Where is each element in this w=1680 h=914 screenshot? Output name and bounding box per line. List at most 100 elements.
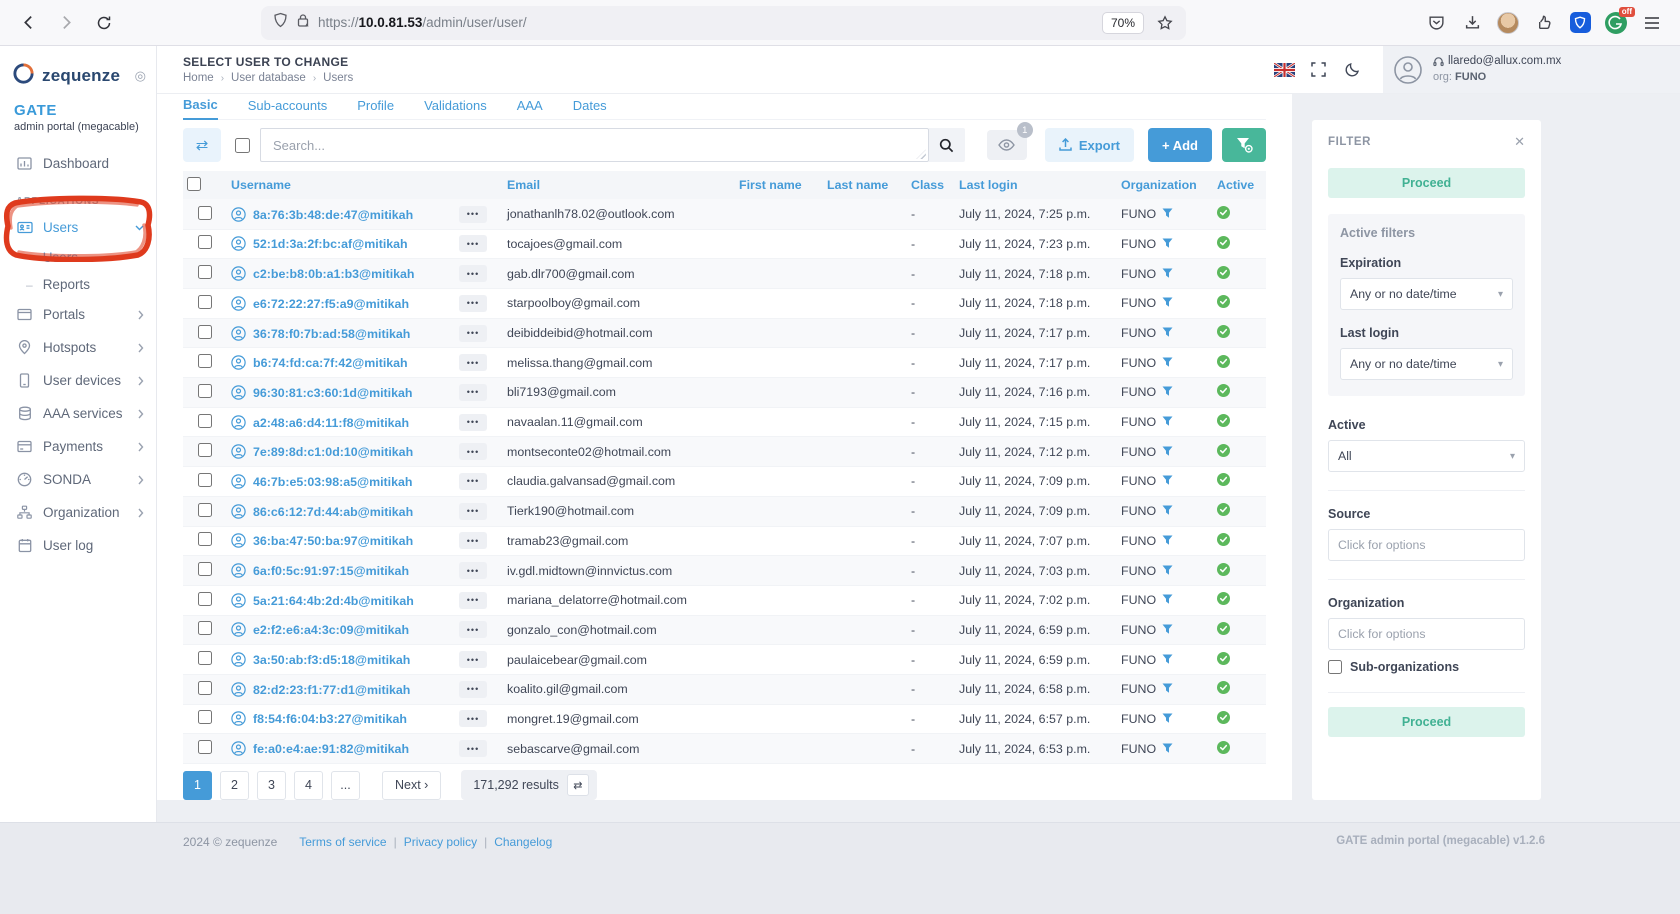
sidebar-item-users[interactable]: Users bbox=[0, 211, 156, 244]
row-checkbox[interactable] bbox=[198, 710, 212, 724]
username-link[interactable]: 86:c6:12:7d:44:ab@mitikah bbox=[253, 505, 413, 519]
row-checkbox[interactable] bbox=[198, 681, 212, 695]
row-checkbox[interactable] bbox=[198, 443, 212, 457]
page-button-4[interactable]: 4 bbox=[294, 771, 323, 800]
username-link[interactable]: fe:a0:e4:ae:91:82@mitikah bbox=[253, 742, 409, 756]
forward-button[interactable] bbox=[50, 7, 82, 39]
username-link[interactable]: 96:30:81:c3:60:1d@mitikah bbox=[253, 386, 412, 400]
tab-basic[interactable]: Basic bbox=[183, 97, 218, 120]
breadcrumb-home[interactable]: Home bbox=[183, 72, 214, 84]
dark-mode-moon-icon[interactable] bbox=[1335, 62, 1369, 77]
refresh-button[interactable]: ⇄ bbox=[183, 128, 221, 162]
row-actions-button[interactable]: ••• bbox=[459, 532, 487, 549]
col-first-name[interactable]: First name bbox=[735, 171, 823, 199]
extension-green-icon[interactable]: off bbox=[1600, 7, 1632, 39]
tab-dates[interactable]: Dates bbox=[573, 98, 607, 119]
filter-button[interactable] bbox=[1222, 128, 1266, 162]
sidebar-item-user-devices[interactable]: User devices bbox=[0, 364, 156, 397]
page-ellipsis[interactable]: ... bbox=[331, 771, 360, 800]
profile-avatar[interactable] bbox=[1492, 7, 1524, 39]
org-filter-icon[interactable] bbox=[1162, 683, 1173, 694]
username-link[interactable]: e6:72:22:27:f5:a9@mitikah bbox=[253, 297, 409, 311]
row-checkbox[interactable] bbox=[198, 532, 212, 546]
row-checkbox[interactable] bbox=[198, 562, 212, 576]
org-filter-icon[interactable] bbox=[1162, 624, 1173, 635]
proceed-button-bottom[interactable]: Proceed bbox=[1328, 707, 1525, 737]
row-actions-button[interactable]: ••• bbox=[459, 503, 487, 520]
proceed-button-top[interactable]: Proceed bbox=[1328, 168, 1525, 198]
language-flag-icon[interactable] bbox=[1267, 63, 1301, 77]
header-checkbox[interactable] bbox=[187, 177, 201, 191]
expiration-select[interactable]: Any or no date/time ▾ bbox=[1340, 278, 1513, 310]
next-page-button[interactable]: Next › bbox=[382, 771, 441, 800]
col-last-name[interactable]: Last name bbox=[823, 171, 907, 199]
sidebar-item-organization[interactable]: Organization bbox=[0, 496, 156, 529]
tab-aaa[interactable]: AAA bbox=[517, 98, 543, 119]
sub-organizations-checkbox[interactable] bbox=[1328, 660, 1342, 674]
col-username[interactable]: Username bbox=[227, 171, 455, 199]
row-actions-button[interactable]: ••• bbox=[459, 592, 487, 609]
col-last-login[interactable]: Last login bbox=[955, 171, 1117, 199]
row-actions-button[interactable]: ••• bbox=[459, 295, 487, 312]
username-link[interactable]: e2:f2:e6:a4:3c:09@mitikah bbox=[253, 623, 409, 637]
sidebar-item-hotspots[interactable]: Hotspots bbox=[0, 331, 156, 364]
changelog-link[interactable]: Changelog bbox=[494, 835, 552, 849]
search-button[interactable] bbox=[929, 128, 965, 162]
extension-thumb-icon[interactable] bbox=[1528, 7, 1560, 39]
username-link[interactable]: 36:78:f0:7b:ad:58@mitikah bbox=[253, 327, 410, 341]
sidebar-item-portals[interactable]: Portals bbox=[0, 298, 156, 331]
org-filter-icon[interactable] bbox=[1162, 297, 1173, 308]
row-actions-button[interactable]: ••• bbox=[459, 384, 487, 401]
org-filter-icon[interactable] bbox=[1162, 416, 1173, 427]
sidebar-subitem-reports[interactable]: –Reports bbox=[0, 271, 156, 298]
username-link[interactable]: 3a:50:ab:f3:d5:18@mitikah bbox=[253, 653, 410, 667]
select-all-checkbox[interactable] bbox=[235, 138, 250, 153]
user-menu[interactable]: llaredo@allux.com.mx org: FUNO bbox=[1383, 46, 1680, 93]
username-link[interactable]: a2:48:a6:d4:11:f8@mitikah bbox=[253, 416, 409, 430]
terms-link[interactable]: Terms of service bbox=[299, 835, 386, 849]
username-link[interactable]: 6a:f0:5c:91:97:15@mitikah bbox=[253, 564, 409, 578]
tab-profile[interactable]: Profile bbox=[357, 98, 394, 119]
menu-icon[interactable] bbox=[1636, 7, 1668, 39]
logo[interactable]: zequenze ◎ bbox=[0, 58, 156, 90]
org-filter-icon[interactable] bbox=[1162, 446, 1173, 457]
col-organization[interactable]: Organization bbox=[1117, 171, 1213, 199]
source-input[interactable] bbox=[1328, 529, 1525, 561]
row-checkbox[interactable] bbox=[198, 384, 212, 398]
row-checkbox[interactable] bbox=[198, 295, 212, 309]
row-actions-button[interactable]: ••• bbox=[459, 443, 487, 460]
org-filter-icon[interactable] bbox=[1162, 594, 1173, 605]
pocket-icon[interactable] bbox=[1420, 7, 1452, 39]
org-filter-icon[interactable] bbox=[1162, 238, 1173, 249]
org-filter-icon[interactable] bbox=[1162, 654, 1173, 665]
username-link[interactable]: c2:be:b8:0b:a1:b3@mitikah bbox=[253, 267, 415, 281]
org-filter-icon[interactable] bbox=[1162, 386, 1173, 397]
sidebar-item-dashboard[interactable]: Dashboard bbox=[0, 147, 156, 180]
org-filter-icon[interactable] bbox=[1162, 743, 1173, 754]
row-actions-button[interactable]: ••• bbox=[459, 473, 487, 490]
row-actions-button[interactable]: ••• bbox=[459, 206, 487, 223]
org-filter-icon[interactable] bbox=[1162, 357, 1173, 368]
zoom-level-badge[interactable]: 70% bbox=[1102, 12, 1144, 34]
row-actions-button[interactable]: ••• bbox=[459, 740, 487, 757]
row-checkbox[interactable] bbox=[198, 235, 212, 249]
sidebar-item-aaa-services[interactable]: AAA services bbox=[0, 397, 156, 430]
visibility-button[interactable]: 1 bbox=[987, 130, 1027, 160]
row-actions-button[interactable]: ••• bbox=[459, 325, 487, 342]
sidebar-item-sonda[interactable]: SONDA bbox=[0, 463, 156, 496]
row-actions-button[interactable]: ••• bbox=[459, 414, 487, 431]
add-button[interactable]: + Add bbox=[1148, 128, 1212, 162]
row-actions-button[interactable]: ••• bbox=[459, 621, 487, 638]
reload-button[interactable] bbox=[88, 7, 120, 39]
username-link[interactable]: 7e:89:8d:c1:0d:10@mitikah bbox=[253, 445, 413, 459]
row-actions-button[interactable]: ••• bbox=[459, 651, 487, 668]
search-input[interactable] bbox=[260, 128, 929, 162]
row-checkbox[interactable] bbox=[198, 325, 212, 339]
target-icon[interactable]: ◎ bbox=[135, 68, 146, 84]
privacy-link[interactable]: Privacy policy bbox=[404, 835, 477, 849]
row-checkbox[interactable] bbox=[198, 414, 212, 428]
shield-icon[interactable] bbox=[273, 12, 288, 33]
bookmark-star-icon[interactable] bbox=[1152, 10, 1178, 36]
row-actions-button[interactable]: ••• bbox=[459, 681, 487, 698]
row-checkbox[interactable] bbox=[198, 740, 212, 754]
